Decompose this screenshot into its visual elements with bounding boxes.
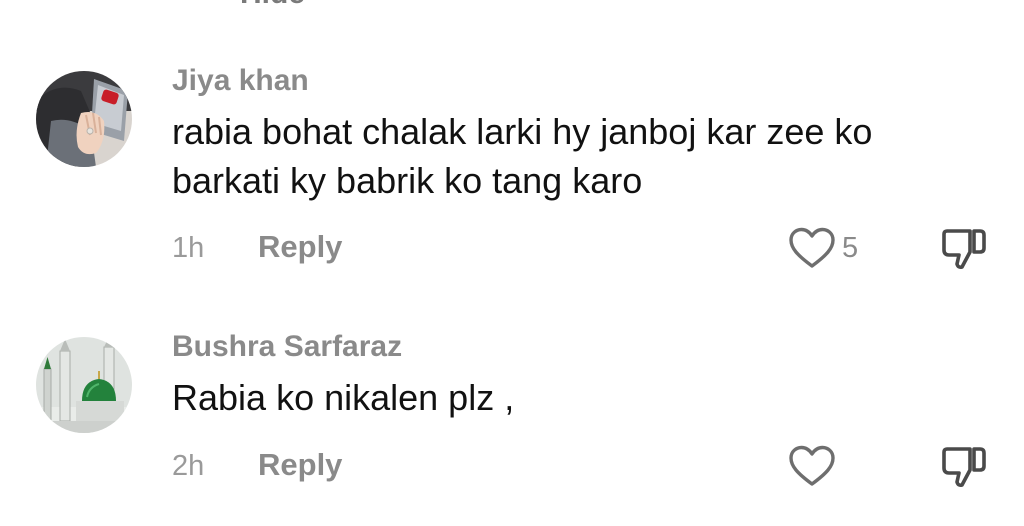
comment-timestamp: 1h bbox=[172, 232, 205, 264]
thumbs-down-icon[interactable] bbox=[940, 443, 988, 489]
like-count: 5 bbox=[842, 232, 859, 264]
avatar[interactable] bbox=[36, 337, 132, 433]
comment-author[interactable]: Bushra Sarfaraz bbox=[172, 330, 402, 364]
comment-actions: 1h Reply 5 bbox=[0, 226, 1024, 270]
reply-button[interactable]: Reply bbox=[258, 230, 342, 264]
heart-icon[interactable] bbox=[787, 444, 837, 488]
comment-author[interactable]: Jiya khan bbox=[172, 64, 309, 98]
avatar[interactable] bbox=[36, 71, 132, 167]
comment-actions: 2h Reply bbox=[0, 444, 1024, 488]
mosque-green-dome-icon bbox=[36, 337, 132, 433]
hide-replies-link[interactable]: Hide bbox=[240, 0, 305, 10]
comment-timestamp: 2h bbox=[172, 450, 205, 482]
comment-text: rabia bohat chalak larki hy janboj kar z… bbox=[172, 111, 873, 201]
comment-item: Bushra Sarfaraz Rabia ko nikalen plz , 2… bbox=[0, 330, 1024, 526]
profile-photo-hand-icon bbox=[36, 71, 132, 167]
comment-item: Jiya khan rabia bohat chalak larki hy ja… bbox=[0, 60, 1024, 290]
reply-button[interactable]: Reply bbox=[258, 448, 342, 482]
comment-text: Rabia ko nikalen plz , bbox=[172, 377, 515, 418]
thumbs-down-icon[interactable] bbox=[940, 225, 988, 271]
comments-list: Hide Jiya khan rabia bohat chalak larki … bbox=[0, 0, 1024, 526]
heart-icon[interactable] bbox=[787, 226, 837, 270]
